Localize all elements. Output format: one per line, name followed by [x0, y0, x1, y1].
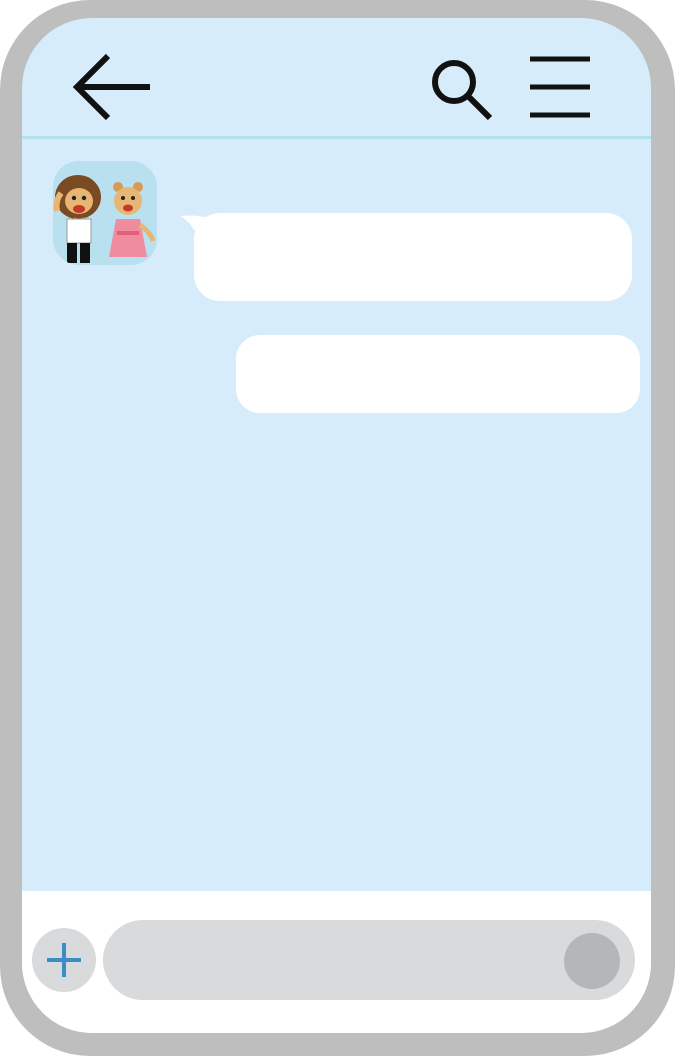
lion-couple-avatar-icon: [53, 175, 156, 263]
search-icon[interactable]: [428, 56, 494, 122]
add-attachment-button[interactable]: [32, 928, 96, 992]
phone-frame: [0, 0, 675, 1056]
chat-header: [22, 18, 651, 139]
chat-screen: [22, 18, 651, 1033]
outgoing-message-bubble[interactable]: [236, 335, 640, 413]
outgoing-message-text: [260, 335, 616, 413]
message-input[interactable]: [103, 920, 635, 1000]
hamburger-menu-icon[interactable]: [528, 56, 592, 118]
plus-icon: [47, 943, 81, 977]
back-arrow-icon[interactable]: [72, 52, 154, 122]
send-button[interactable]: [564, 933, 620, 989]
incoming-message-bubble[interactable]: [194, 213, 632, 301]
incoming-message-text: [218, 213, 608, 301]
contact-avatar[interactable]: [53, 161, 157, 265]
message-composer: [22, 891, 651, 1033]
